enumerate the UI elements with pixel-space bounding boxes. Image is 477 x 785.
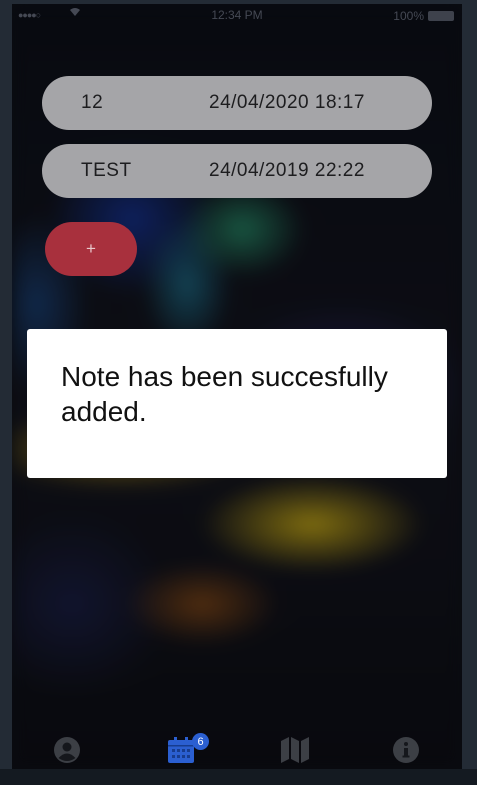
info-icon [393, 737, 419, 763]
profile-icon [54, 737, 80, 763]
tab-map[interactable] [279, 734, 311, 766]
battery-percent: 100% [393, 9, 424, 23]
note-title: TEST [81, 160, 132, 181]
map-icon [281, 737, 309, 763]
note-date: 24/04/2020 18:17 [209, 92, 365, 113]
bottom-edge [0, 769, 477, 785]
add-note-button[interactable]: + [45, 222, 137, 276]
tab-profile[interactable] [51, 734, 83, 766]
tab-info[interactable] [390, 734, 422, 766]
battery-icon [428, 11, 454, 21]
note-title: 12 [81, 92, 104, 113]
status-bar: ●●●●○ 12:34 PM 100% [12, 4, 462, 26]
note-item[interactable]: 12 24/04/2020 18:17 [42, 76, 432, 130]
note-item[interactable]: TEST 24/04/2019 22:22 [42, 144, 432, 198]
toast-message: Note has been succesfully added. [61, 361, 388, 427]
tab-bar [12, 722, 462, 769]
calendar-badge: 6 [192, 733, 209, 750]
note-date: 24/04/2019 22:22 [209, 160, 365, 181]
toast-dialog: Note has been succesfully added. [27, 329, 447, 478]
